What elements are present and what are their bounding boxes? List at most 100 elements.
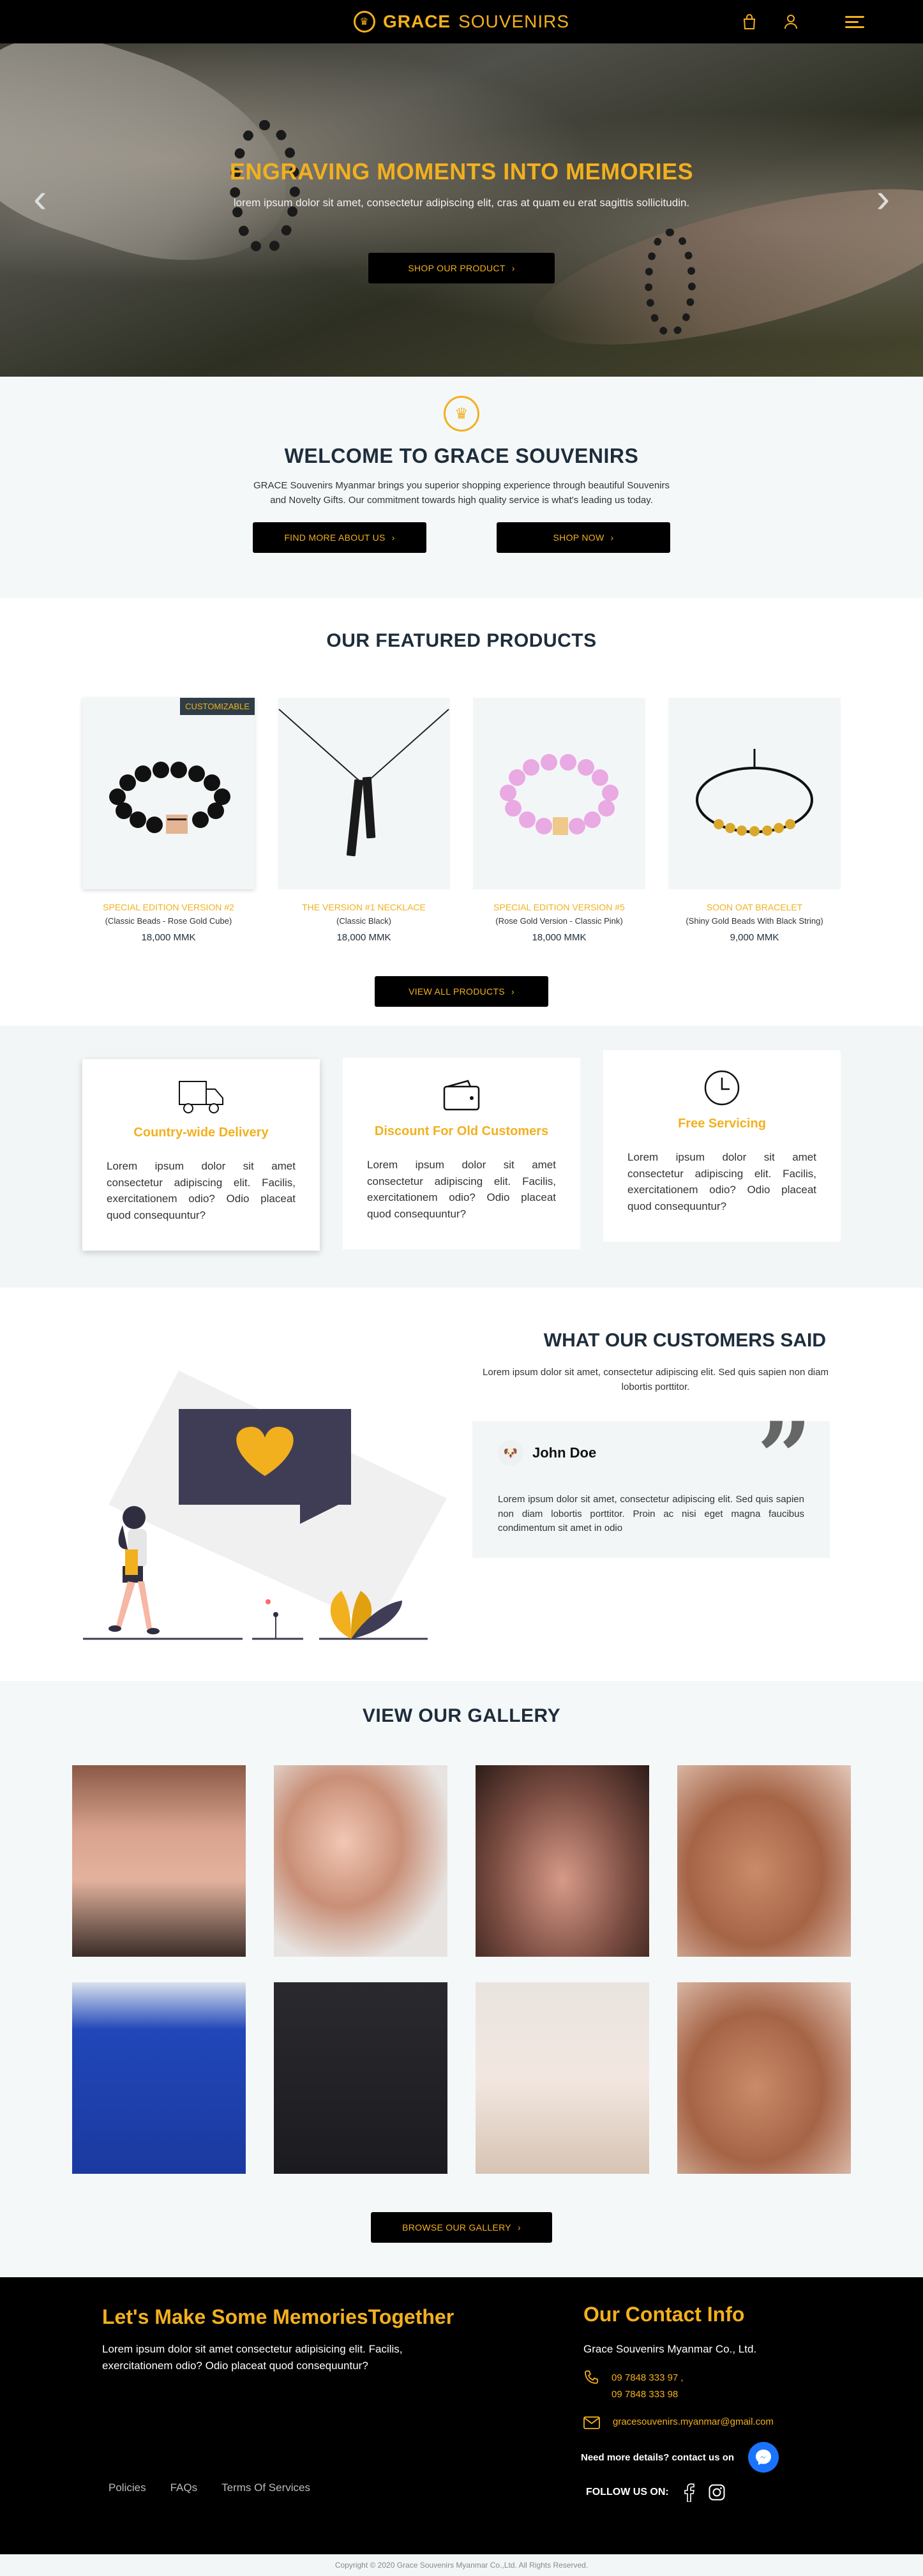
product-price: 18,000 MMK — [141, 932, 196, 943]
gallery-photo-earring-woman[interactable] — [274, 1765, 447, 1957]
mail-icon — [583, 2416, 600, 2432]
chevron-right-icon: › — [511, 986, 514, 997]
feature-card: Country-wide Delivery Lorem ipsum dolor … — [82, 1059, 320, 1251]
copyright-text: Copyright © 2020 Grace Souvenirs Myanmar… — [334, 2561, 589, 2570]
feature-text: Lorem ipsum dolor sit amet consectetur a… — [627, 1151, 816, 1212]
product-card[interactable]: SOON OAT BRACELET (Shiny Gold Beads With… — [668, 698, 841, 943]
feature-card: Discount For Old Customers Lorem ipsum d… — [343, 1058, 580, 1249]
welcome-section: ♛ WELCOME TO GRACE SOUVENIRS GRACE Souve… — [0, 377, 923, 598]
dog-avatar-icon: 🐶 — [498, 1440, 523, 1466]
brand-emblem-icon: ♛ — [353, 11, 375, 33]
email-link[interactable]: gracesouvenirs.myanmar@gmail.com — [613, 2416, 774, 2427]
customer-name: John Doe — [532, 1445, 597, 1461]
instagram-icon[interactable] — [709, 2484, 725, 2501]
shop-now-button[interactable]: SHOP NOW › — [497, 522, 670, 553]
product-image[interactable]: CUSTOMIZABLE — [82, 698, 255, 889]
about-us-button[interactable]: FIND MORE ABOUT US › — [253, 522, 426, 553]
header-actions — [743, 0, 864, 43]
wallet-icon — [367, 1076, 556, 1115]
welcome-actions: FIND MORE ABOUT US › SHOP NOW › — [0, 522, 923, 553]
messenger-icon[interactable] — [748, 2442, 779, 2473]
customer-love-illustration — [83, 1371, 447, 1640]
follow-label: FOLLOW US ON: — [586, 2487, 669, 2497]
copyright-bar: Copyright © 2020 Grace Souvenirs Myanmar… — [0, 2554, 923, 2576]
feature-card: Free Servicing Lorem ipsum dolor sit ame… — [603, 1050, 841, 1242]
bar-necklace-image — [278, 709, 449, 857]
menu-icon[interactable] — [845, 15, 864, 28]
chevron-right-icon: › — [511, 263, 515, 273]
bag-icon[interactable] — [743, 14, 756, 29]
facebook-icon[interactable] — [683, 2483, 694, 2502]
feature-title: Free Servicing — [678, 1117, 766, 1131]
user-icon[interactable] — [784, 14, 798, 29]
welcome-title-bold: GRACE SOUVENIRS — [433, 444, 639, 467]
hero-content: ENGRAVING MOMENTS INTO MEMORIES lorem ip… — [0, 158, 923, 283]
phone-numbers: 09 7848 333 97 , 09 7848 333 98 — [612, 2370, 684, 2402]
product-list: CUSTOMIZABLE SPECIAL EDITION VERSION #2 … — [0, 698, 923, 943]
featured-title: OUR FEATURED PRODUCTS — [326, 630, 597, 651]
product-card[interactable]: CUSTOMIZABLE SPECIAL EDITION VERSION #2 … — [82, 698, 255, 943]
hero-title: ENGRAVING MOMENTS INTO MEMORIES — [229, 158, 694, 185]
faqs-link[interactable]: FAQs — [170, 2482, 198, 2494]
gallery-photo-dinosaur-ring[interactable] — [677, 1982, 851, 2174]
policies-link[interactable]: Policies — [109, 2482, 146, 2494]
messenger-contact: Need more details? contact us on — [581, 2442, 779, 2473]
string-bracelet-image — [696, 749, 813, 836]
product-description: (Rose Gold Version - Classic Pink) — [495, 916, 623, 926]
site-footer: Let's Make Some MemoriesTogether Lorem i… — [0, 2277, 923, 2554]
product-price: 18,000 MMK — [532, 932, 587, 943]
gallery-photo-ring-hand[interactable] — [476, 1765, 649, 1957]
view-all-label: VIEW ALL PRODUCTS — [409, 986, 505, 997]
product-image[interactable] — [668, 698, 841, 889]
product-card[interactable]: SPECIAL EDITION VERSION #5 (Rose Gold Ve… — [473, 698, 645, 943]
shop-now-label: SHOP NOW — [553, 532, 604, 543]
feature-text: Lorem ipsum dolor sit amet consectetur a… — [107, 1160, 296, 1221]
pink-bracelet-image — [500, 754, 619, 835]
testimonials-subtitle: Lorem ipsum dolor sit amet, consectetur … — [483, 1367, 829, 1392]
browse-gallery-button[interactable]: BROWSE OUR GALLERY › — [371, 2212, 552, 2243]
gallery-photo-dinosaur-ring[interactable] — [677, 1765, 851, 1957]
product-price: 18,000 MMK — [336, 932, 391, 943]
product-name[interactable]: SOON OAT BRACELET — [668, 902, 841, 912]
feature-title: Country-wide Delivery — [133, 1126, 269, 1140]
welcome-title-light: WELCOME TO — [284, 444, 428, 467]
brand-emblem-icon: ♛ — [444, 396, 479, 432]
hero-subtitle: lorem ipsum dolor sit amet, consectetur … — [233, 197, 690, 209]
shop-product-button[interactable]: SHOP OUR PRODUCT › — [368, 253, 555, 283]
email-row: gracesouvenirs.myanmar@gmail.com — [583, 2416, 774, 2432]
brand-name-bold: GRACE — [382, 11, 451, 31]
product-image[interactable] — [278, 698, 450, 889]
welcome-title: WELCOME TO GRACE SOUVENIRS — [0, 444, 923, 468]
contact-title: Our Contact Info — [583, 2303, 745, 2326]
gallery-photo-bar-necklaces[interactable] — [274, 1982, 447, 2174]
view-all-products-button[interactable]: VIEW ALL PRODUCTS › — [375, 976, 548, 1007]
phone-1[interactable]: 09 7848 333 97 , — [612, 2370, 684, 2386]
quote-icon: ” — [756, 1401, 812, 1514]
footer-links: Policies FAQs Terms Of Services — [109, 2482, 310, 2494]
gallery-grid — [0, 1765, 923, 2174]
product-description: (Shiny Gold Beads With Black String) — [686, 916, 823, 926]
brand-name-light: SOUVENIRS — [458, 11, 570, 31]
brand-logo[interactable]: ♛ GRACE SOUVENIRS — [353, 11, 570, 33]
product-name[interactable]: THE VERSION #1 NECKLACE — [278, 902, 450, 912]
gallery-photo-blue-shirt-necklace[interactable] — [72, 1982, 246, 2174]
product-name[interactable]: SPECIAL EDITION VERSION #5 — [473, 902, 645, 912]
testimonials-title: WHAT OUR CUSTOMERS SAID — [543, 1330, 826, 1351]
gallery-photo-necklace-woman[interactable] — [72, 1765, 246, 1957]
featured-products-section: OUR FEATURED PRODUCTS CUSTOMIZABLE SPECI… — [0, 598, 923, 1026]
product-name[interactable]: SPECIAL EDITION VERSION #2 — [82, 902, 255, 912]
features-section: Country-wide Delivery Lorem ipsum dolor … — [0, 1026, 923, 1288]
feature-title: Discount For Old Customers — [374, 1124, 549, 1138]
testimonial-panel: WHAT OUR CUSTOMERS SAID Lorem ipsum dolo… — [472, 1330, 830, 1558]
testimonials-section: WHAT OUR CUSTOMERS SAID Lorem ipsum dolo… — [0, 1288, 923, 1681]
about-us-label: FIND MORE ABOUT US — [284, 532, 386, 543]
phone-2[interactable]: 09 7848 333 98 — [612, 2386, 684, 2403]
feature-text: Lorem ipsum dolor sit amet consectetur a… — [367, 1159, 556, 1220]
product-image[interactable] — [473, 698, 645, 889]
phone-row: 09 7848 333 97 , 09 7848 333 98 — [583, 2370, 774, 2402]
product-card[interactable]: THE VERSION #1 NECKLACE (Classic Black) … — [278, 698, 450, 943]
gallery-section: VIEW OUR GALLERY BROWSE OUR GALLERY › — [0, 1681, 923, 2277]
hero-slider: ‹ › ENGRAVING MOMENTS INTO MEMORIES lore… — [0, 43, 923, 377]
gallery-photo-teacup[interactable] — [476, 1982, 649, 2174]
terms-link[interactable]: Terms Of Services — [221, 2482, 310, 2494]
